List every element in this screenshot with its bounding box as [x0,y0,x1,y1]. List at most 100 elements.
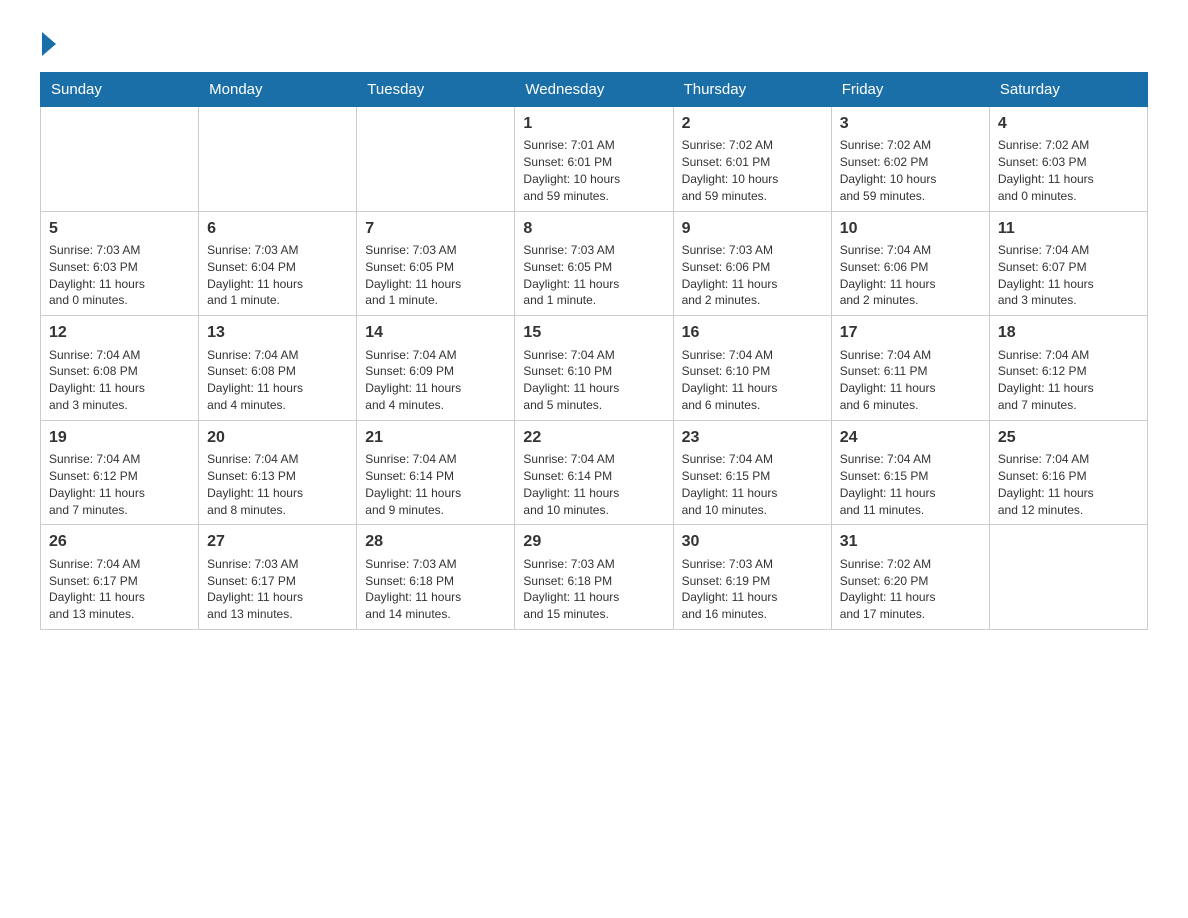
day-info: Sunrise: 7:04 AMSunset: 6:09 PMDaylight:… [365,347,506,414]
week-row-4: 19Sunrise: 7:04 AMSunset: 6:12 PMDayligh… [41,420,1148,525]
day-number: 19 [49,427,190,449]
day-info: Sunrise: 7:04 AMSunset: 6:14 PMDaylight:… [523,451,664,518]
calendar-cell: 23Sunrise: 7:04 AMSunset: 6:15 PMDayligh… [673,420,831,525]
day-number: 1 [523,113,664,135]
day-info: Sunrise: 7:03 AMSunset: 6:06 PMDaylight:… [682,242,823,309]
day-number: 16 [682,322,823,344]
day-info: Sunrise: 7:04 AMSunset: 6:15 PMDaylight:… [840,451,981,518]
day-info: Sunrise: 7:02 AMSunset: 6:20 PMDaylight:… [840,556,981,623]
calendar-cell: 9Sunrise: 7:03 AMSunset: 6:06 PMDaylight… [673,211,831,316]
day-number: 30 [682,531,823,553]
day-info: Sunrise: 7:04 AMSunset: 6:08 PMDaylight:… [49,347,190,414]
calendar-cell: 31 Sunrise: 7:02 AMSunset: 6:20 PMDayligh… [831,525,989,630]
day-info: Sunrise: 7:04 AMSunset: 6:06 PMDaylight:… [840,242,981,309]
weekday-header-row: Sunday Monday Tuesday Wednesday Thursday… [41,73,1148,107]
calendar-cell: 2Sunrise: 7:02 AMSunset: 6:01 PMDaylight… [673,107,831,212]
calendar-cell: 12 Sunrise: 7:04 AMSunset: 6:08 PMDayligh… [41,316,199,421]
header-wednesday: Wednesday [515,73,673,107]
calendar-cell [199,107,357,212]
calendar-cell: 13 Sunrise: 7:04 AMSunset: 6:08 PMDayligh… [199,316,357,421]
day-info: Sunrise: 7:04 AMSunset: 6:10 PMDaylight:… [523,347,664,414]
day-number: 25 [998,427,1139,449]
day-number: 15 [523,322,664,344]
day-info: Sunrise: 7:04 AMSunset: 6:12 PMDaylight:… [49,451,190,518]
calendar-cell: 1Sunrise: 7:01 AMSunset: 6:01 PMDaylight… [515,107,673,212]
header-monday: Monday [199,73,357,107]
week-row-3: 12 Sunrise: 7:04 AMSunset: 6:08 PMDayligh… [41,316,1148,421]
header-tuesday: Tuesday [357,73,515,107]
calendar-cell: 30 Sunrise: 7:03 AMSunset: 6:19 PMDayligh… [673,525,831,630]
day-number: 22 [523,427,664,449]
day-info: Sunrise: 7:04 AMSunset: 6:13 PMDaylight:… [207,451,348,518]
day-info: Sunrise: 7:04 AMSunset: 6:12 PMDaylight:… [998,347,1139,414]
calendar-cell: 24Sunrise: 7:04 AMSunset: 6:15 PMDayligh… [831,420,989,525]
day-info: Sunrise: 7:03 AMSunset: 6:17 PMDaylight:… [207,556,348,623]
header-sunday: Sunday [41,73,199,107]
week-row-2: 5Sunrise: 7:03 AMSunset: 6:03 PMDaylight… [41,211,1148,316]
day-number: 9 [682,218,823,240]
day-info: Sunrise: 7:02 AMSunset: 6:03 PMDaylight:… [998,137,1139,204]
day-number: 20 [207,427,348,449]
calendar-cell: 21Sunrise: 7:04 AMSunset: 6:14 PMDayligh… [357,420,515,525]
day-number: 28 [365,531,506,553]
day-info: Sunrise: 7:03 AMSunset: 6:04 PMDaylight:… [207,242,348,309]
calendar-cell: 7Sunrise: 7:03 AMSunset: 6:05 PMDaylight… [357,211,515,316]
calendar-cell [989,525,1147,630]
day-number: 11 [998,218,1139,240]
calendar-table: Sunday Monday Tuesday Wednesday Thursday… [40,72,1148,630]
day-number: 3 [840,113,981,135]
calendar-cell: 17 Sunrise: 7:04 AMSunset: 6:11 PMDayligh… [831,316,989,421]
day-number: 14 [365,322,506,344]
calendar-cell: 19Sunrise: 7:04 AMSunset: 6:12 PMDayligh… [41,420,199,525]
header-thursday: Thursday [673,73,831,107]
day-number: 31 [840,531,981,553]
calendar-cell: 5Sunrise: 7:03 AMSunset: 6:03 PMDaylight… [41,211,199,316]
day-number: 5 [49,218,190,240]
day-number: 10 [840,218,981,240]
calendar-cell: 3Sunrise: 7:02 AMSunset: 6:02 PMDaylight… [831,107,989,212]
day-number: 2 [682,113,823,135]
day-number: 26 [49,531,190,553]
week-row-5: 26 Sunrise: 7:04 AMSunset: 6:17 PMDayligh… [41,525,1148,630]
day-number: 6 [207,218,348,240]
header-saturday: Saturday [989,73,1147,107]
logo-arrow-icon [42,32,56,56]
day-info: Sunrise: 7:04 AMSunset: 6:07 PMDaylight:… [998,242,1139,309]
calendar-cell [357,107,515,212]
day-number: 17 [840,322,981,344]
day-info: Sunrise: 7:03 AMSunset: 6:18 PMDaylight:… [365,556,506,623]
calendar-cell: 26 Sunrise: 7:04 AMSunset: 6:17 PMDayligh… [41,525,199,630]
day-info: Sunrise: 7:03 AMSunset: 6:19 PMDaylight:… [682,556,823,623]
day-number: 24 [840,427,981,449]
day-number: 12 [49,322,190,344]
day-info: Sunrise: 7:04 AMSunset: 6:08 PMDaylight:… [207,347,348,414]
calendar-cell: 6Sunrise: 7:03 AMSunset: 6:04 PMDaylight… [199,211,357,316]
logo [40,30,56,52]
day-info: Sunrise: 7:03 AMSunset: 6:05 PMDaylight:… [365,242,506,309]
calendar-cell: 16Sunrise: 7:04 AMSunset: 6:10 PMDayligh… [673,316,831,421]
day-number: 13 [207,322,348,344]
header-friday: Friday [831,73,989,107]
day-info: Sunrise: 7:03 AMSunset: 6:05 PMDaylight:… [523,242,664,309]
calendar-cell: 29Sunrise: 7:03 AMSunset: 6:18 PMDayligh… [515,525,673,630]
calendar-cell: 15 Sunrise: 7:04 AMSunset: 6:10 PMDayligh… [515,316,673,421]
day-number: 23 [682,427,823,449]
calendar-cell: 4Sunrise: 7:02 AMSunset: 6:03 PMDaylight… [989,107,1147,212]
week-row-1: 1Sunrise: 7:01 AMSunset: 6:01 PMDaylight… [41,107,1148,212]
calendar-cell: 10Sunrise: 7:04 AMSunset: 6:06 PMDayligh… [831,211,989,316]
day-info: Sunrise: 7:04 AMSunset: 6:11 PMDaylight:… [840,347,981,414]
calendar-cell [41,107,199,212]
day-info: Sunrise: 7:03 AMSunset: 6:18 PMDaylight:… [523,556,664,623]
page-header [40,30,1148,52]
calendar-cell: 11Sunrise: 7:04 AMSunset: 6:07 PMDayligh… [989,211,1147,316]
calendar-cell: 8Sunrise: 7:03 AMSunset: 6:05 PMDaylight… [515,211,673,316]
day-number: 4 [998,113,1139,135]
day-info: Sunrise: 7:04 AMSunset: 6:17 PMDaylight:… [49,556,190,623]
calendar-cell: 27Sunrise: 7:03 AMSunset: 6:17 PMDayligh… [199,525,357,630]
calendar-cell: 20Sunrise: 7:04 AMSunset: 6:13 PMDayligh… [199,420,357,525]
day-info: Sunrise: 7:02 AMSunset: 6:02 PMDaylight:… [840,137,981,204]
day-info: Sunrise: 7:04 AMSunset: 6:14 PMDaylight:… [365,451,506,518]
calendar-cell: 14 Sunrise: 7:04 AMSunset: 6:09 PMDayligh… [357,316,515,421]
calendar-cell: 22Sunrise: 7:04 AMSunset: 6:14 PMDayligh… [515,420,673,525]
day-info: Sunrise: 7:04 AMSunset: 6:15 PMDaylight:… [682,451,823,518]
